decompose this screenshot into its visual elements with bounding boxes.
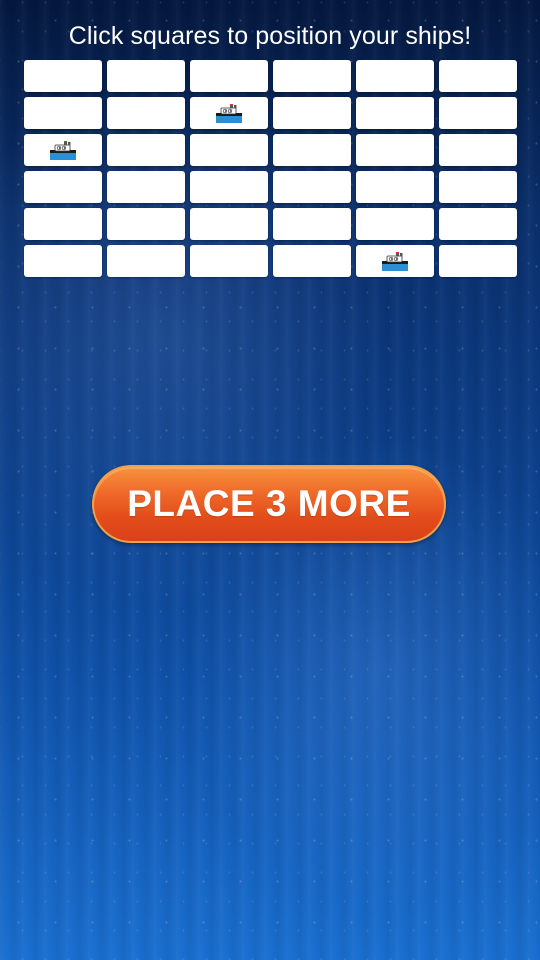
place-ships-button[interactable]: PLACE 3 MORE bbox=[92, 465, 446, 543]
ship-icon bbox=[382, 252, 408, 271]
grid-cell[interactable] bbox=[190, 134, 268, 166]
grid-cell[interactable] bbox=[273, 245, 351, 277]
ship-icon bbox=[216, 104, 242, 123]
grid-cell[interactable] bbox=[24, 208, 102, 240]
ship-icon bbox=[50, 141, 76, 160]
grid-cell[interactable] bbox=[24, 134, 102, 166]
instruction-text: Click squares to position your ships! bbox=[68, 22, 472, 50]
grid-cell[interactable] bbox=[24, 171, 102, 203]
grid-cell[interactable] bbox=[273, 134, 351, 166]
grid-cell[interactable] bbox=[356, 134, 434, 166]
grid-cell[interactable] bbox=[273, 208, 351, 240]
grid-cell[interactable] bbox=[439, 171, 517, 203]
grid-cell[interactable] bbox=[439, 60, 517, 92]
grid-cell[interactable] bbox=[190, 208, 268, 240]
grid-cell[interactable] bbox=[107, 245, 185, 277]
place-button-container: PLACE 3 MORE bbox=[92, 465, 446, 543]
grid-cell[interactable] bbox=[107, 208, 185, 240]
grid-cell[interactable] bbox=[190, 171, 268, 203]
grid-cell[interactable] bbox=[190, 60, 268, 92]
grid-cell[interactable] bbox=[107, 134, 185, 166]
grid-cell[interactable] bbox=[356, 97, 434, 129]
grid-cell[interactable] bbox=[107, 97, 185, 129]
grid-cell[interactable] bbox=[190, 245, 268, 277]
grid-cell[interactable] bbox=[24, 60, 102, 92]
grid-cell[interactable] bbox=[439, 97, 517, 129]
grid-cell[interactable] bbox=[356, 208, 434, 240]
grid-cell[interactable] bbox=[439, 245, 517, 277]
grid-cell[interactable] bbox=[24, 97, 102, 129]
grid-cell[interactable] bbox=[356, 245, 434, 277]
grid-cell[interactable] bbox=[356, 60, 434, 92]
grid-cell[interactable] bbox=[107, 60, 185, 92]
grid-cell[interactable] bbox=[24, 245, 102, 277]
grid-cell[interactable] bbox=[273, 171, 351, 203]
grid-cell[interactable] bbox=[439, 134, 517, 166]
grid-cell[interactable] bbox=[273, 60, 351, 92]
grid-cell[interactable] bbox=[107, 171, 185, 203]
grid-cell[interactable] bbox=[190, 97, 268, 129]
ship-placement-grid bbox=[24, 60, 517, 277]
grid-cell[interactable] bbox=[356, 171, 434, 203]
grid-cell[interactable] bbox=[439, 208, 517, 240]
grid-cell[interactable] bbox=[273, 97, 351, 129]
